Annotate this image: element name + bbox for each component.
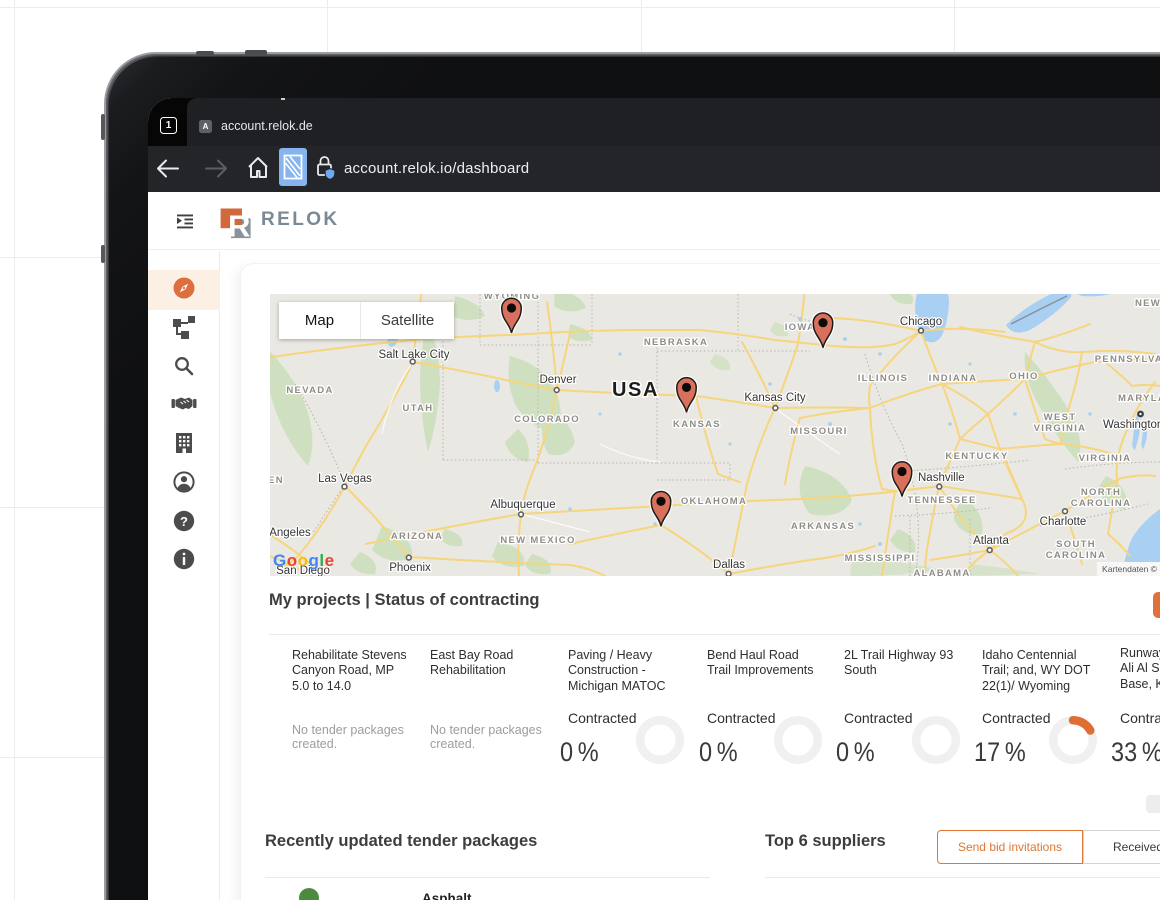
svg-text:Denver: Denver — [539, 374, 576, 386]
svg-text:PENNSYLVANIA: PENNSYLVANIA — [1095, 354, 1160, 365]
svg-text:Angeles: Angeles — [270, 527, 311, 539]
svg-text:MISSOURI: MISSOURI — [790, 426, 847, 437]
svg-text:VIRGINIA: VIRGINIA — [1079, 453, 1132, 464]
svg-text:MISSISSIPPI: MISSISSIPPI — [845, 553, 916, 564]
svg-text:TENNESSEE: TENNESSEE — [907, 495, 976, 506]
svg-text:Albuquerque: Albuquerque — [490, 499, 555, 511]
svg-text:NEW MEXICO: NEW MEXICO — [500, 535, 575, 546]
svg-text:CAROLINA: CAROLINA — [1071, 498, 1132, 509]
svg-text:INDIANA: INDIANA — [929, 373, 978, 384]
svg-text:IOWA: IOWA — [785, 322, 816, 333]
svg-text:R: R — [228, 209, 250, 243]
svg-text:?: ? — [180, 514, 188, 529]
svg-text:Chicago: Chicago — [900, 316, 942, 328]
svg-text:KENTUCKY: KENTUCKY — [945, 451, 1008, 462]
svg-text:Kansas City: Kansas City — [744, 392, 806, 404]
svg-text:Nashville: Nashville — [918, 472, 965, 484]
svg-text:Charlotte: Charlotte — [1040, 516, 1087, 528]
svg-text:NORTH: NORTH — [1081, 487, 1121, 498]
svg-text:SOUTH: SOUTH — [1056, 539, 1096, 550]
svg-text:MARYLA: MARYLA — [1118, 393, 1160, 404]
svg-text:Phoenix: Phoenix — [389, 562, 431, 574]
svg-text:Atlanta: Atlanta — [973, 535, 1009, 547]
svg-text:COLORADO: COLORADO — [514, 414, 580, 425]
svg-text:ARIZONA: ARIZONA — [391, 531, 443, 542]
svg-text:Las Vegas: Las Vegas — [318, 473, 372, 485]
svg-text:OKLAHOMA: OKLAHOMA — [681, 496, 747, 507]
svg-text:WEST: WEST — [1044, 412, 1077, 423]
svg-text:USA: USA — [612, 379, 659, 401]
svg-text:NEW: NEW — [1135, 298, 1160, 309]
svg-text:OHIO: OHIO — [1009, 371, 1038, 382]
svg-text:ARKANSAS: ARKANSAS — [791, 521, 855, 532]
svg-text:IEN: IEN — [270, 475, 284, 486]
svg-text:Washington: Washington — [1103, 419, 1160, 431]
svg-text:ILLINOIS: ILLINOIS — [858, 373, 909, 384]
svg-text:Dallas: Dallas — [713, 559, 745, 571]
svg-text:NEBRASKA: NEBRASKA — [644, 337, 708, 348]
svg-text:VIRGINIA: VIRGINIA — [1034, 423, 1087, 434]
svg-text:ALABAMA: ALABAMA — [913, 568, 970, 576]
svg-text:NEVADA: NEVADA — [286, 385, 333, 396]
svg-text:CAROLINA: CAROLINA — [1046, 550, 1107, 561]
svg-text:UTAH: UTAH — [403, 403, 434, 414]
svg-text:KANSAS: KANSAS — [673, 419, 721, 430]
